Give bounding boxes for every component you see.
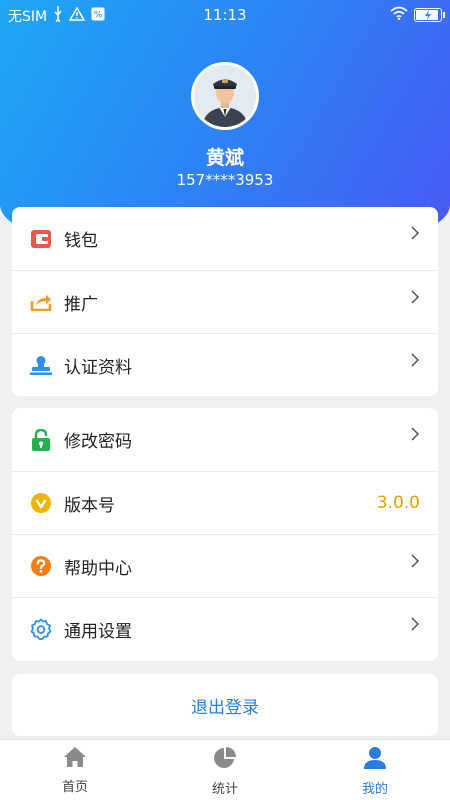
bottom-tab-bar: 首页 统计 我的 [0, 739, 450, 800]
tab-label: 统计 [211, 782, 238, 797]
menu-label: 钱包 [64, 231, 98, 251]
menu-item-change-password[interactable]: 修改密码 [12, 408, 438, 471]
menu-item-promotion[interactable]: 推广 [12, 270, 438, 333]
status-bar: 无SIM % 11:13 [0, 0, 450, 30]
chevron-right-icon [410, 616, 420, 636]
menu-item-general-settings[interactable]: 通用设置 [12, 597, 438, 660]
menu-label: 版本号 [64, 495, 115, 516]
home-icon [63, 746, 87, 772]
menu-item-version: 版本号 3.0.0 [12, 471, 438, 534]
tab-mine[interactable]: 我的 [300, 740, 450, 800]
logout-label: 退出登录 [191, 697, 259, 718]
lock-icon [30, 428, 52, 451]
tab-home[interactable]: 首页 [0, 740, 150, 800]
menu-label: 推广 [64, 294, 98, 315]
menu-label: 通用设置 [64, 621, 132, 642]
menu-item-wallet[interactable]: 钱包 [12, 207, 438, 270]
user-name: 黄斌 [205, 147, 244, 169]
menu-label: 帮助中心 [64, 558, 132, 579]
chevron-right-icon [410, 426, 420, 446]
logout-button[interactable]: 退出登录 [12, 674, 438, 736]
profile-icon [363, 746, 387, 774]
avatar[interactable] [191, 62, 259, 130]
chevron-right-icon [410, 352, 420, 372]
wallet-icon [30, 228, 52, 250]
certification-icon [30, 354, 52, 376]
wifi-icon [390, 6, 408, 24]
chart-icon [213, 746, 237, 774]
menu-label: 认证资料 [64, 357, 132, 378]
tab-statistics[interactable]: 统计 [150, 740, 300, 800]
version-value: 3.0.0 [376, 493, 420, 513]
chevron-right-icon [410, 289, 420, 309]
tab-label: 首页 [61, 780, 88, 795]
account-menu-card: 钱包 推广 认证资料 [12, 207, 438, 396]
menu-item-certification[interactable]: 认证资料 [12, 333, 438, 396]
version-icon [30, 492, 52, 514]
menu-item-help-center[interactable]: 帮助中心 [12, 534, 438, 597]
user-phone: 157****3953 [176, 171, 274, 189]
chevron-right-icon [410, 553, 420, 573]
settings-icon [30, 618, 52, 640]
help-icon [30, 555, 52, 577]
share-icon [30, 291, 52, 313]
tab-label: 我的 [361, 782, 388, 797]
settings-menu-card: 修改密码 版本号 3.0.0 帮助中心 通用设置 [12, 408, 438, 661]
status-time: 11:13 [203, 6, 247, 24]
chevron-right-icon [410, 225, 420, 245]
battery-charging-icon [414, 8, 445, 22]
menu-label: 修改密码 [64, 432, 132, 452]
